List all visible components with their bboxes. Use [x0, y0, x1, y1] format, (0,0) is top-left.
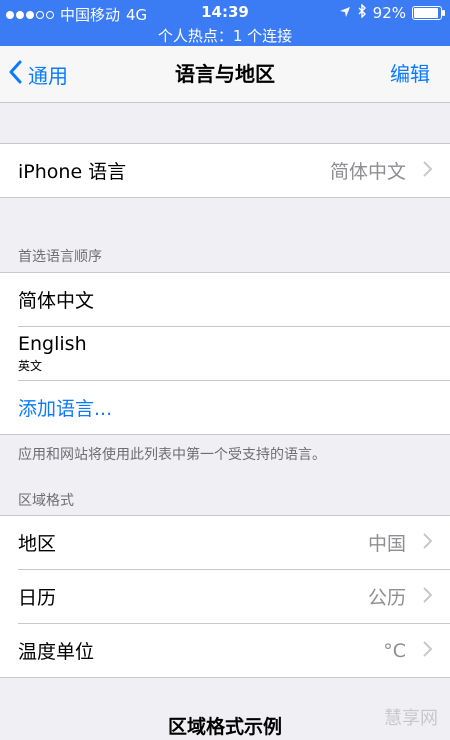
chevron-right-icon — [423, 586, 433, 608]
iphone-language-label: iPhone 语言 — [18, 161, 127, 183]
temperature-unit-value: °C — [383, 639, 406, 662]
page-title: 语言与地区 — [175, 62, 275, 86]
iphone-language-row[interactable]: iPhone 语言 简体中文 — [0, 144, 450, 197]
language-sublabel: 英文 — [18, 358, 43, 373]
preferred-order-group: 简体中文 English 英文 添加语言... — [0, 272, 450, 435]
region-format-example-title: 区域格式示例 — [167, 716, 282, 738]
navigation-bar: 通用 语言与地区 编辑 — [0, 46, 450, 103]
iphone-language-value: 简体中文 — [329, 161, 406, 183]
add-language-label: 添加语言... — [18, 398, 113, 420]
chevron-right-icon — [423, 640, 433, 662]
watermark: 慧享网 — [384, 708, 438, 729]
region-value: 中国 — [367, 533, 406, 555]
region-row[interactable]: 地区 中国 — [0, 516, 450, 569]
region-format-group: 地区 中国 日历 公历 温度单位 °C — [0, 515, 450, 678]
chevron-right-icon — [423, 532, 433, 554]
location-icon — [339, 4, 351, 22]
battery-percent: 92% — [372, 4, 406, 22]
region-label: 地区 — [18, 533, 57, 555]
preferred-order-footer: 应用和网站将使用此列表中第一个受支持的语言。 — [18, 447, 326, 463]
chevron-right-icon — [423, 160, 433, 182]
status-right: 92% — [339, 3, 445, 22]
language-label: English — [18, 332, 87, 355]
bluetooth-icon — [357, 3, 367, 22]
temperature-unit-label: 温度单位 — [18, 641, 95, 663]
status-bar: 中国移动 4G 14:39 92% — [0, 0, 450, 26]
calendar-value: 公历 — [367, 587, 406, 609]
battery-icon — [412, 6, 445, 20]
temperature-unit-row[interactable]: 温度单位 °C — [0, 624, 450, 677]
calendar-label: 日历 — [18, 587, 57, 609]
iphone-language-group: iPhone 语言 简体中文 — [0, 143, 450, 198]
hotspot-banner[interactable]: 个人热点：1 个连接 — [0, 26, 450, 46]
add-language-button[interactable]: 添加语言... — [0, 381, 450, 434]
calendar-row[interactable]: 日历 公历 — [0, 570, 450, 623]
preferred-order-header: 首选语言顺序 — [18, 249, 102, 265]
language-item-english[interactable]: English 英文 — [0, 327, 450, 380]
language-label: 简体中文 — [18, 290, 95, 312]
language-item-chinese[interactable]: 简体中文 — [0, 273, 450, 326]
region-format-header: 区域格式 — [18, 493, 74, 509]
edit-button[interactable]: 编辑 — [390, 46, 430, 102]
